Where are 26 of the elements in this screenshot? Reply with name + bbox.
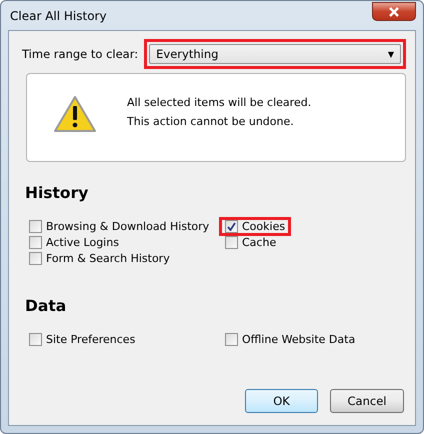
close-button[interactable] bbox=[372, 2, 416, 21]
checkbox[interactable] bbox=[225, 220, 238, 233]
section-heading: Data bbox=[25, 297, 68, 315]
checkbox-label[interactable]: Active Logins bbox=[46, 236, 119, 249]
warning-text: This action cannot be undone. bbox=[127, 114, 295, 128]
checkbox[interactable] bbox=[29, 333, 42, 346]
warning-icon bbox=[53, 94, 97, 132]
checkbox[interactable] bbox=[29, 252, 42, 265]
checkbox[interactable] bbox=[29, 236, 42, 249]
checkbox[interactable] bbox=[29, 220, 42, 233]
checkbox-label[interactable]: Site Preferences bbox=[46, 333, 136, 346]
time-range-label: Time range to clear: bbox=[22, 47, 138, 61]
checkbox[interactable] bbox=[225, 333, 238, 346]
close-icon bbox=[388, 6, 400, 16]
checkbox-label[interactable]: Cookies bbox=[242, 220, 286, 233]
checkbox-label[interactable]: Browsing & Download History bbox=[46, 220, 210, 233]
checkbox-label[interactable]: Offline Website Data bbox=[242, 333, 356, 346]
section-heading: History bbox=[25, 184, 90, 202]
cancel-button[interactable]: Cancel bbox=[330, 389, 404, 413]
checkbox[interactable] bbox=[225, 236, 238, 249]
checkbox-label[interactable]: Form & Search History bbox=[46, 252, 170, 265]
time-range-dropdown[interactable]: Everything ▼ bbox=[149, 44, 401, 64]
checkbox-label[interactable]: Cache bbox=[242, 236, 276, 249]
window-title: Clear All History bbox=[10, 8, 107, 22]
warning-text: All selected items will be cleared. bbox=[127, 96, 312, 108]
ok-button[interactable]: OK bbox=[245, 389, 318, 413]
